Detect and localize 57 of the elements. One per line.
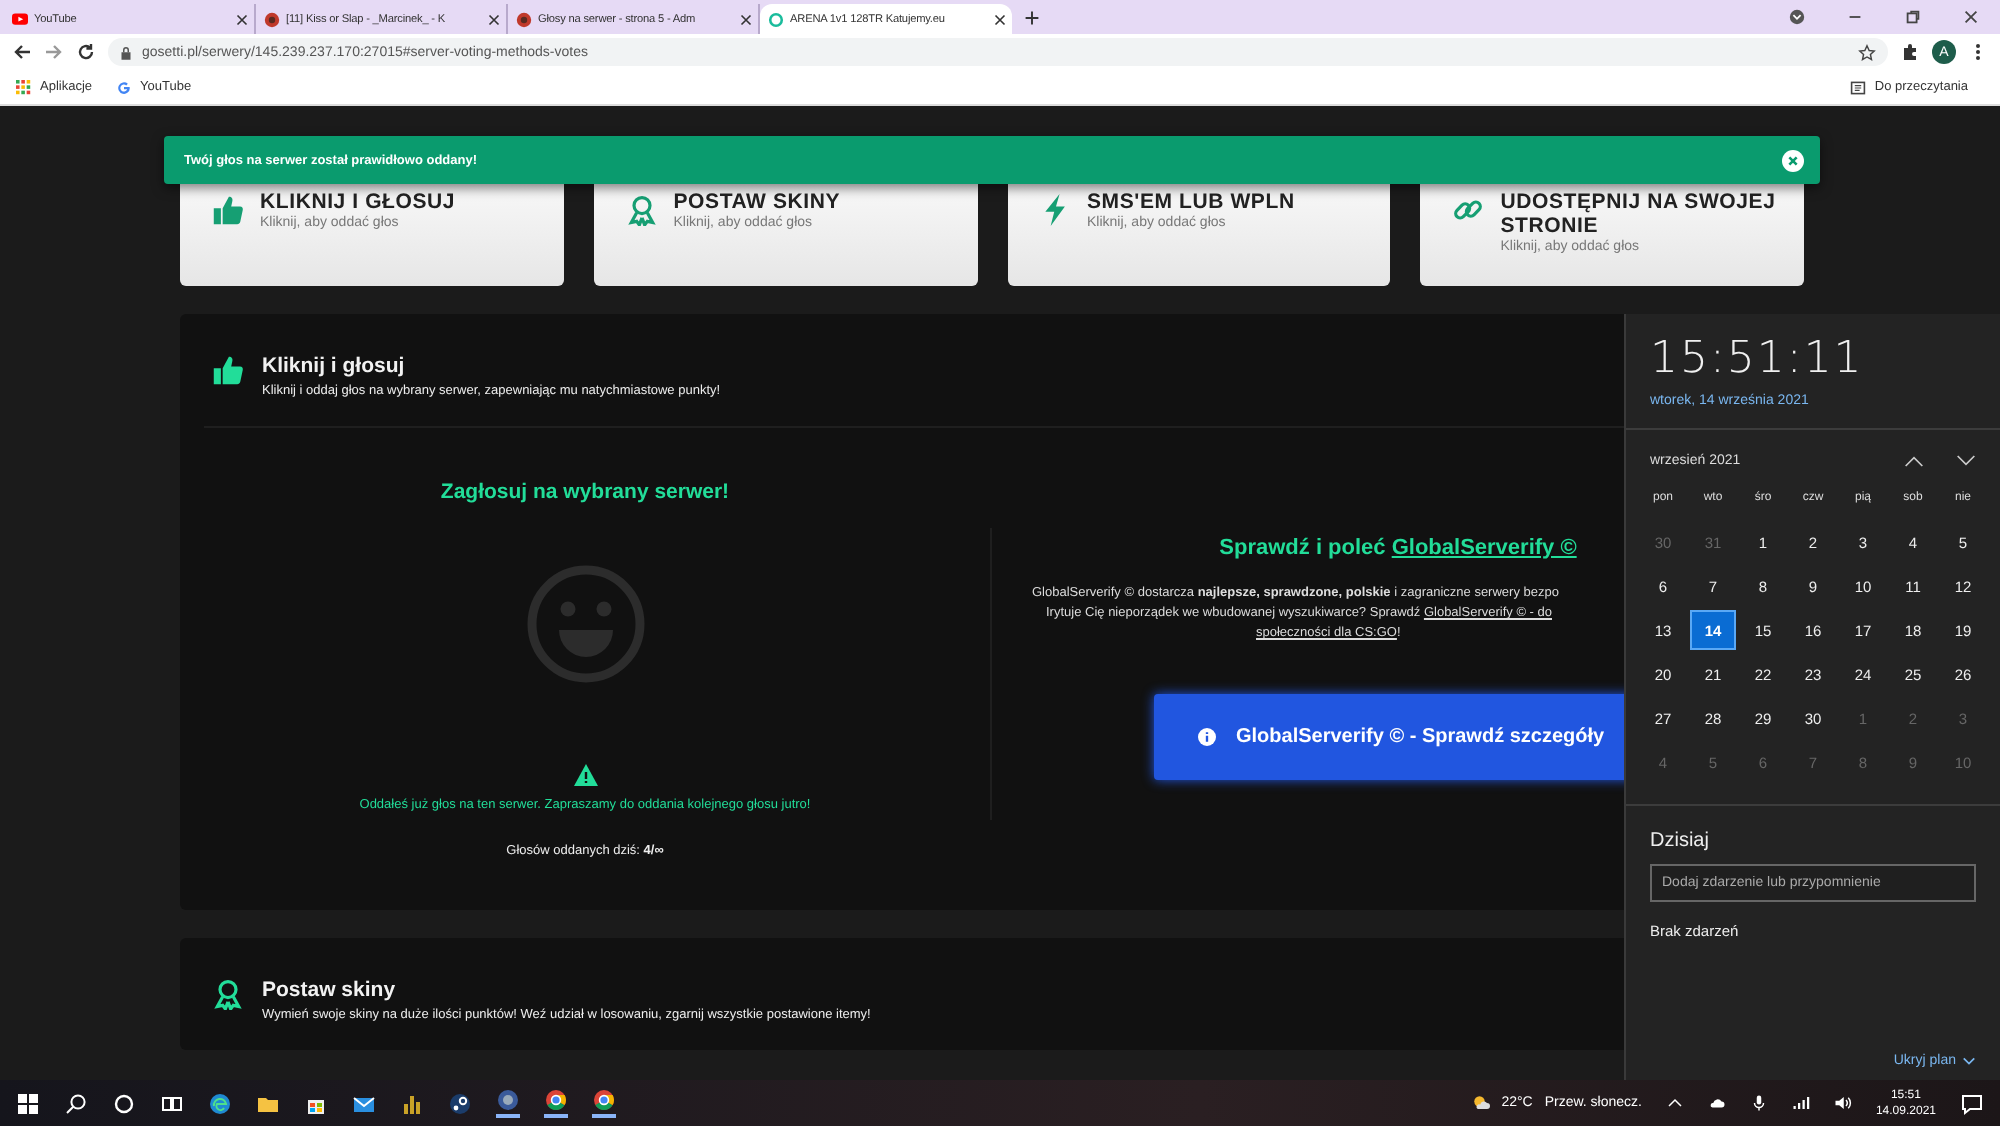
app-icon[interactable] [496, 1088, 520, 1118]
section-title: Postaw skiny [262, 978, 398, 1002]
microphone-icon[interactable] [1749, 1094, 1768, 1112]
card-title: POSTAW SKINY [673, 190, 841, 214]
close-icon[interactable] [1962, 8, 1980, 26]
smiley-icon [525, 564, 645, 684]
close-icon[interactable] [488, 13, 500, 25]
task-view-icon[interactable] [160, 1091, 184, 1115]
steam-icon[interactable] [448, 1091, 472, 1115]
card-title: KLIKNIJ I GŁOSUJ [260, 190, 456, 214]
chrome-icon[interactable] [544, 1088, 568, 1118]
restore-icon[interactable] [1904, 8, 1922, 26]
lock-icon [120, 45, 132, 59]
close-icon[interactable] [740, 13, 752, 25]
card-title: UDOSTĘPNIJ NA SWOJEJ STRONIE [1500, 190, 1778, 238]
thumb-icon [212, 354, 244, 386]
chevron-up-icon[interactable] [1665, 1094, 1684, 1112]
puzzle-icon[interactable] [1900, 42, 1920, 62]
vote-heading: Zagłosuj na wybrany serwer! [440, 480, 730, 504]
play-icon [12, 11, 28, 27]
card-title: SMS'EM LUB WPLN [1087, 190, 1295, 214]
account-icon[interactable] [1788, 8, 1806, 26]
promo-link[interactable]: GlobalServerify © [1391, 536, 1577, 560]
windows-start-icon[interactable] [16, 1091, 40, 1115]
speaker-icon[interactable] [1833, 1094, 1852, 1112]
mail-icon[interactable] [352, 1091, 376, 1115]
sun-cloud-icon[interactable] [1471, 1094, 1490, 1112]
back-icon[interactable] [12, 42, 32, 62]
notification-icon[interactable] [1960, 1091, 1984, 1115]
award-icon [625, 194, 658, 226]
thumb-icon [212, 194, 244, 226]
today-label: Dzisiaj [1648, 830, 1711, 852]
new-tab-icon[interactable] [1024, 10, 1040, 26]
clock-time: 15:51:11 [1648, 334, 1866, 384]
cloud-icon[interactable] [1707, 1094, 1726, 1112]
info-icon [1198, 728, 1216, 746]
chevron-up-icon[interactable] [1904, 454, 1924, 468]
close-icon[interactable] [994, 13, 1006, 25]
circle-icon[interactable] [112, 1091, 136, 1115]
warning-icon [573, 764, 597, 786]
google-icon [116, 79, 133, 95]
forward-icon[interactable] [44, 42, 64, 62]
star-icon[interactable] [1858, 43, 1876, 61]
edge-icon[interactable] [208, 1091, 232, 1115]
network-icon[interactable] [1791, 1094, 1810, 1112]
chevron-down-icon [1962, 1056, 1976, 1066]
chrome-icon[interactable] [592, 1088, 616, 1118]
award-icon [212, 978, 244, 1010]
close-icon[interactable] [236, 13, 248, 25]
apps-grid-icon[interactable] [16, 79, 32, 95]
search-icon[interactable] [64, 1091, 88, 1115]
ring-icon [768, 11, 784, 27]
chart-app-icon[interactable] [400, 1091, 424, 1115]
section-title: Kliknij i głosuj [262, 354, 407, 378]
reading-list-icon[interactable] [1850, 79, 1867, 95]
reload-icon[interactable] [76, 42, 96, 62]
chevron-down-icon[interactable] [1956, 454, 1976, 468]
